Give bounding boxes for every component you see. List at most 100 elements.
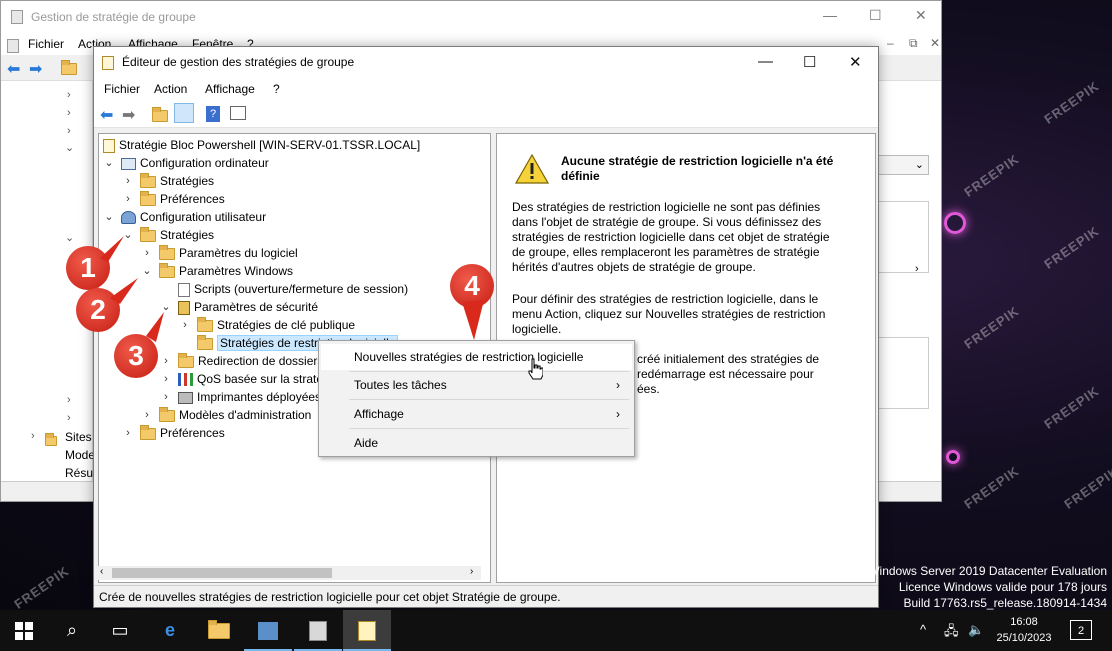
gpmc-menu-fichier[interactable]: Fichier	[28, 37, 64, 51]
up-folder-icon[interactable]	[152, 106, 170, 126]
tree-node[interactable]: › Imprimantes déployées	[164, 388, 321, 406]
close-icon[interactable]: ✕	[915, 7, 927, 24]
maximize-icon[interactable]: ☐	[803, 53, 816, 71]
chart-icon	[178, 372, 193, 387]
details-paragraph-2: Pour définir des stratégies de restricti…	[512, 292, 826, 336]
minimize-icon[interactable]: —	[823, 7, 837, 23]
notification-center-icon[interactable]: 2	[1070, 620, 1092, 640]
close-icon[interactable]: ✕	[849, 53, 862, 71]
volume-icon[interactable]: 🔈	[968, 622, 984, 638]
tree-node[interactable]: › Stratégies	[126, 172, 214, 190]
scroll-left-icon[interactable]: ‹	[100, 566, 103, 577]
chevron-right-icon[interactable]: ›	[915, 263, 919, 275]
scroll-right-icon[interactable]: ›	[470, 566, 473, 577]
menu-item-view[interactable]: Affichage ›	[321, 401, 632, 427]
menu-item-all-tasks[interactable]: Toutes les tâches ›	[321, 372, 632, 398]
tree-node[interactable]: › Préférences	[126, 190, 225, 208]
clock[interactable]: 16:08 25/10/2023	[994, 614, 1054, 646]
details-paragraph-3: créé initialement des stratégies de redé…	[637, 352, 857, 397]
tree-node[interactable]: ⌄ Configuration utilisateur	[104, 208, 266, 226]
chevron-down-icon[interactable]: ⌄	[103, 208, 115, 226]
back-icon[interactable]: ⬅	[7, 59, 20, 79]
start-icon[interactable]	[0, 610, 48, 651]
chevron-right-icon[interactable]: ›	[179, 316, 191, 334]
status-text: Crée de nouvelles stratégies de restrict…	[99, 590, 561, 604]
up-folder-icon[interactable]	[61, 59, 77, 75]
maximize-icon[interactable]: ☐	[869, 7, 882, 24]
chevron-right-icon[interactable]: ›	[31, 430, 35, 442]
folder-icon	[159, 262, 175, 278]
menu-fichier[interactable]: Fichier	[104, 82, 140, 96]
chevron-right-icon[interactable]: ›	[160, 352, 172, 370]
chevron-right-icon[interactable]: ›	[67, 89, 71, 101]
server-manager-icon[interactable]	[244, 610, 292, 651]
chevron-right-icon[interactable]: ›	[141, 406, 153, 424]
tree-node[interactable]: Scripts (ouverture/fermeture de session)	[178, 280, 408, 298]
search-icon[interactable]: ⌕	[48, 610, 96, 651]
tree-node[interactable]: ⌄ Paramètres Windows	[142, 262, 293, 280]
tree-item-modelisation[interactable]: Mode	[65, 448, 95, 462]
help-icon[interactable]: ?	[206, 106, 220, 122]
chevron-right-icon[interactable]: ›	[141, 244, 153, 262]
tree-item-sites[interactable]: Sites	[65, 430, 92, 444]
tree-node[interactable]: ⌄ Paramètres de sécurité	[161, 298, 318, 316]
dropdown[interactable]: ⌄	[877, 155, 929, 175]
chevron-right-icon[interactable]: ›	[67, 394, 71, 406]
edge-icon[interactable]: e	[146, 610, 194, 651]
mdi-restore-icon[interactable]: ⧉	[909, 36, 918, 51]
back-icon[interactable]: ⬅	[100, 105, 118, 124]
tree-node[interactable]: ⌄ Stratégies	[123, 226, 215, 244]
forward-icon[interactable]: ➡	[122, 105, 140, 124]
tree-node[interactable]: › Paramètres du logiciel	[145, 244, 298, 262]
folder-icon	[159, 244, 175, 260]
chevron-down-icon[interactable]: ⌄	[65, 141, 74, 154]
chevron-right-icon[interactable]: ›	[160, 388, 172, 406]
chevron-right-icon[interactable]: ›	[122, 172, 134, 190]
menu-affichage[interactable]: Affichage	[205, 82, 255, 96]
menu-help[interactable]: ?	[273, 82, 280, 96]
chevron-up-icon[interactable]: ^	[920, 622, 926, 637]
mdi-close-icon[interactable]: ✕	[930, 36, 940, 50]
menu-item-label: Nouvelles stratégies de restriction logi…	[354, 350, 584, 364]
gpmc-icon[interactable]	[294, 610, 342, 651]
network-icon[interactable]: 🖧	[944, 622, 959, 644]
menu-action[interactable]: Action	[154, 82, 187, 96]
file-explorer-icon[interactable]	[195, 610, 243, 651]
scrollbar-thumb[interactable]	[112, 568, 332, 578]
tree-node[interactable]: › Redirection de dossiers	[164, 352, 323, 370]
tree-node[interactable]: › Préférences	[126, 424, 225, 442]
gpo-icon	[103, 138, 115, 153]
chevron-down-icon[interactable]: ⌄	[103, 154, 115, 172]
forward-icon[interactable]: ➡	[29, 59, 42, 79]
chevron-right-icon[interactable]: ›	[67, 125, 71, 137]
clock-time: 16:08	[1010, 616, 1038, 628]
editor-titlebar: Éditeur de gestion des stratégies de gro…	[94, 47, 878, 78]
chevron-down-icon: ⌄	[914, 159, 924, 171]
tree-node[interactable]: › QoS basée sur la stratégie	[164, 370, 339, 388]
chevron-down-icon[interactable]: ⌄	[141, 262, 153, 280]
menu-item-label: Toutes les tâches	[354, 378, 447, 392]
chevron-right-icon[interactable]: ›	[122, 424, 134, 442]
chevron-right-icon[interactable]: ›	[67, 412, 71, 424]
minimize-icon[interactable]: —	[758, 53, 773, 70]
chevron-right-icon[interactable]: ›	[122, 190, 134, 208]
horizontal-scrollbar[interactable]: ‹ ›	[98, 566, 481, 580]
tree-item-resultats[interactable]: Résul	[65, 466, 96, 480]
tree-node[interactable]: › Modèles d'administration	[145, 406, 311, 424]
windows-license: Licence Windows valide pour 178 jours	[898, 580, 1107, 594]
folder-icon	[140, 172, 156, 188]
show-hide-tree-icon[interactable]	[174, 103, 194, 123]
properties-icon[interactable]	[230, 106, 246, 120]
tree-node[interactable]: › Stratégies de clé publique	[183, 316, 355, 334]
tree-node-label: Stratégies	[160, 228, 215, 242]
menu-item-new-srp[interactable]: Nouvelles stratégies de restriction logi…	[321, 344, 632, 370]
chevron-right-icon[interactable]: ›	[160, 370, 172, 388]
chevron-down-icon[interactable]: ⌄	[65, 231, 74, 244]
menu-item-help[interactable]: Aide	[321, 430, 632, 456]
task-view-icon[interactable]: ▭	[96, 610, 144, 651]
tree-node[interactable]: Stratégie Bloc Powershell [WIN-SERV-01.T…	[103, 136, 420, 154]
tree-node[interactable]: ⌄ Configuration ordinateur	[104, 154, 268, 172]
gp-editor-icon[interactable]	[343, 610, 391, 651]
mdi-minimize-icon[interactable]: –	[887, 36, 894, 50]
chevron-right-icon[interactable]: ›	[67, 107, 71, 119]
